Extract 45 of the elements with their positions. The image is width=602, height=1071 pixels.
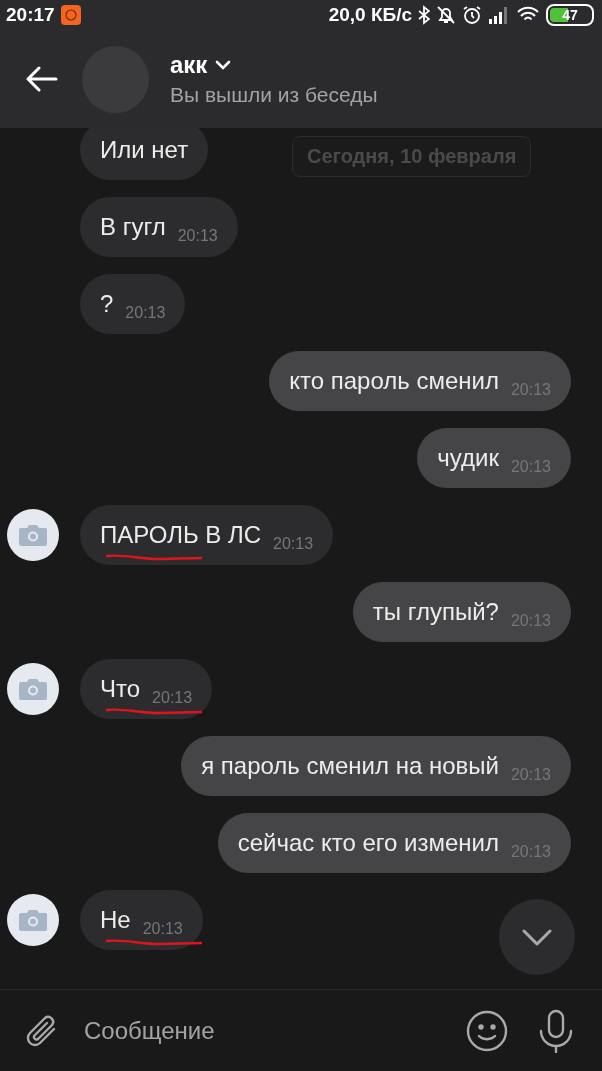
network-speed: 20,0 КБ/с — [328, 4, 412, 26]
message-text: ты глупый? — [372, 598, 499, 625]
camera-icon — [18, 677, 48, 701]
microphone-button[interactable] — [538, 1008, 574, 1053]
message-text: Или нет — [100, 136, 189, 163]
message-text: кто пароль сменил — [289, 367, 499, 394]
avatar[interactable] — [7, 894, 59, 946]
message-bubble[interactable]: Не 20:13 — [80, 890, 203, 950]
message-text: Что — [100, 675, 141, 702]
message-time: 20:13 — [273, 535, 314, 553]
emoji-button[interactable] — [466, 1009, 508, 1052]
message-time: 20:13 — [142, 920, 183, 938]
message-text: ? — [100, 290, 114, 317]
message-text: сейчас кто его изменил — [237, 829, 499, 856]
camera-icon — [18, 523, 48, 547]
message-bubble[interactable]: В гугл 20:13 — [80, 197, 238, 257]
back-arrow-icon[interactable] — [26, 66, 58, 92]
camera-icon — [18, 908, 48, 932]
chevron-down-icon[interactable] — [215, 60, 232, 70]
message-bubble[interactable]: ПАРОЛЬ В ЛС 20:13 — [80, 505, 334, 565]
message-text: В гугл — [100, 213, 166, 240]
message-time: 20:13 — [152, 689, 193, 707]
message-time: 20:13 — [177, 227, 218, 245]
clock-time: 20:17 — [6, 4, 55, 26]
chat-status: Вы вышли из беседы — [170, 83, 378, 107]
message-text: Не — [100, 906, 131, 933]
avatar[interactable] — [7, 663, 59, 715]
microphone-icon — [538, 1008, 574, 1053]
message-text: я пароль сменил на новый — [201, 752, 499, 779]
message-bubble[interactable]: Или нет — [80, 128, 209, 180]
message-bubble[interactable]: Что 20:13 — [80, 659, 213, 719]
message-input[interactable]: Сообщение — [82, 1004, 466, 1057]
app-notification-icon — [60, 5, 81, 25]
message-text: чудик — [437, 444, 499, 471]
message-time: 20:13 — [125, 304, 166, 322]
bell-off-icon — [436, 5, 456, 25]
bluetooth-icon — [418, 5, 430, 25]
signal-icon — [488, 6, 510, 24]
chevron-down-icon — [522, 928, 552, 946]
alarm-icon — [462, 5, 482, 25]
chat-name[interactable]: акк — [170, 51, 208, 79]
message-text: ПАРОЛЬ В ЛС — [100, 521, 262, 548]
message-bubble[interactable]: ? 20:13 — [80, 274, 186, 334]
smiley-icon — [466, 1009, 508, 1052]
avatar[interactable] — [7, 509, 59, 561]
